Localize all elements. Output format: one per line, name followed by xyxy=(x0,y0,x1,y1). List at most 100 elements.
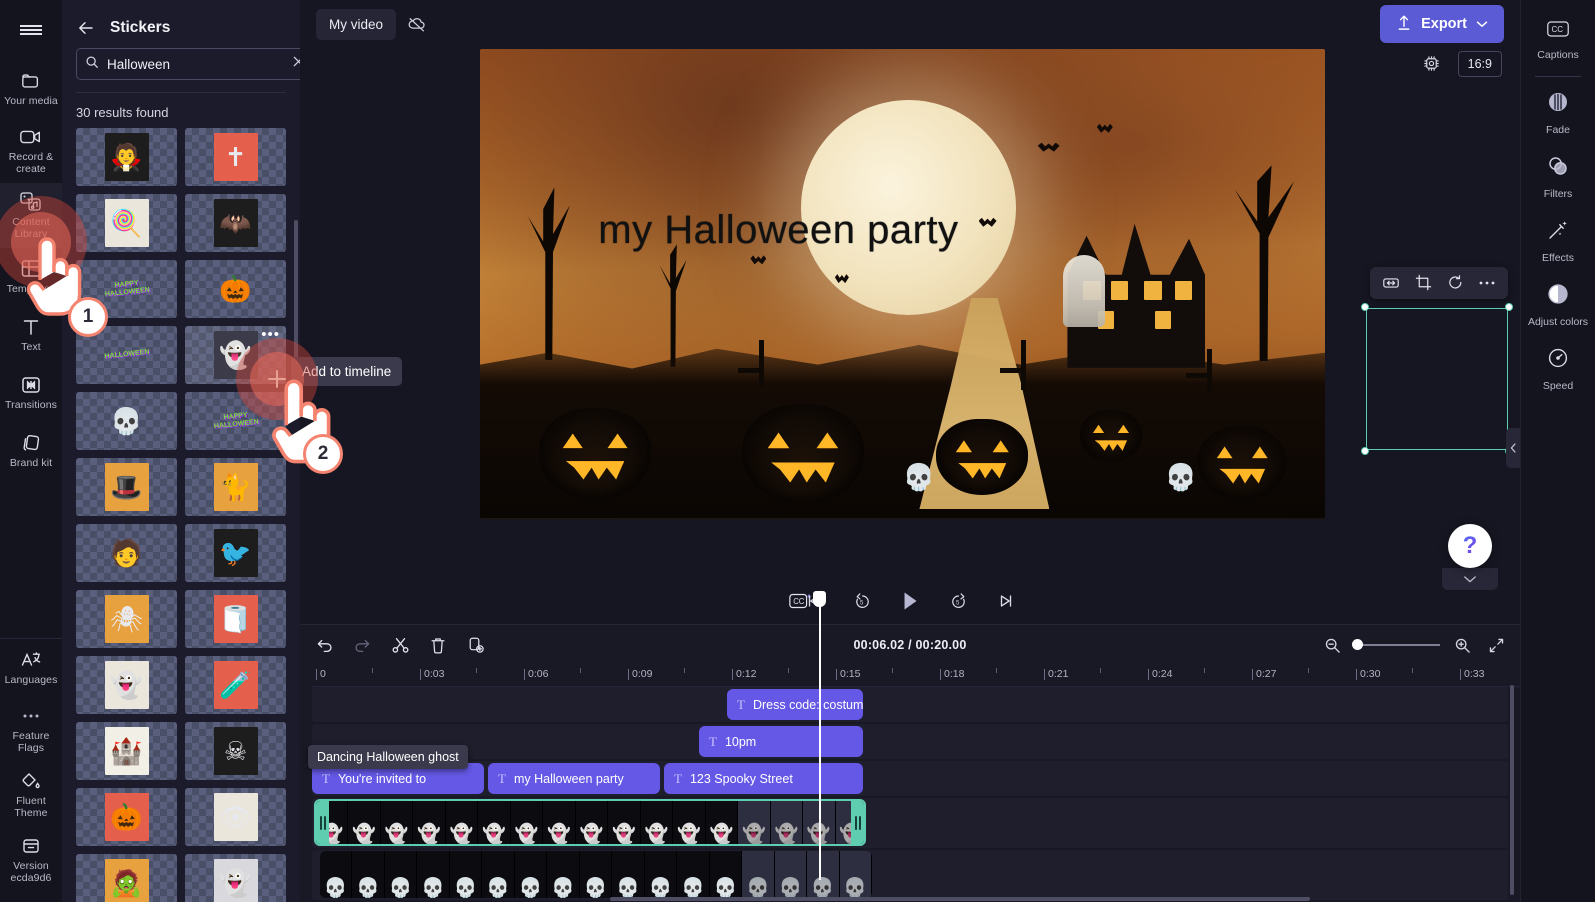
sidebar-item-fluent-theme[interactable]: Fluent Theme xyxy=(0,762,62,827)
mummy-eye-sticker[interactable]: 👁 xyxy=(185,788,286,846)
video-clip-selected[interactable]: 👻👻👻👻👻👻👻👻👻👻👻👻👻👻👻👻👻 xyxy=(314,799,866,846)
export-button[interactable]: Export xyxy=(1380,5,1504,44)
dancing-ghost-sticker[interactable]: 👻 ••• xyxy=(185,326,286,384)
tab-captions[interactable]: CC Captions xyxy=(1521,10,1595,70)
element-selection-box[interactable] xyxy=(1361,302,1513,455)
timeline-horizontal-scrollbar[interactable] xyxy=(610,897,1310,901)
tab-effects[interactable]: Effects xyxy=(1521,209,1595,273)
zoom-slider[interactable] xyxy=(1352,639,1440,650)
video-title-text[interactable]: my Halloween party xyxy=(598,208,958,253)
more-options-icon[interactable]: ••• xyxy=(261,327,280,342)
sticker-thumbnail: ✝ xyxy=(213,133,258,181)
ghost-face-sticker[interactable]: 👻 xyxy=(76,656,177,714)
zoom-slider-handle[interactable] xyxy=(1352,639,1363,650)
timeline-vertical-scrollbar[interactable] xyxy=(1510,685,1514,895)
forward-5s-button[interactable]: 5 xyxy=(944,587,972,615)
dancing-skeleton-sticker[interactable]: 💀 xyxy=(76,392,177,450)
frankenstein-sticker[interactable]: 🧟 xyxy=(76,854,177,902)
happy-halloween-colored-sticker[interactable]: HAPPY HALLOWEEN xyxy=(185,392,286,450)
sidebar-item-text[interactable]: Text xyxy=(0,306,62,364)
black-cat-sticker[interactable]: 🐈 xyxy=(185,458,286,516)
fit-timeline-icon[interactable] xyxy=(1484,633,1508,657)
expand-panel-button[interactable] xyxy=(1442,568,1498,590)
selection-handle-tl[interactable] xyxy=(1361,302,1369,311)
cloud-offline-icon[interactable] xyxy=(402,9,432,39)
help-button[interactable]: ? xyxy=(1448,524,1492,568)
sidebar-item-transitions[interactable]: Transitions xyxy=(0,364,62,422)
sidebar-item-your-media[interactable]: Your media xyxy=(0,60,62,118)
skip-to-end-button[interactable] xyxy=(992,587,1020,615)
more-options-icon[interactable] xyxy=(1474,271,1500,295)
crop-icon[interactable] xyxy=(1410,271,1436,295)
timeline-ruler[interactable]: 0 0:03 0:06 0:09 0:12 0:15 0:18 0:21 0:24 0:27 0:3… xyxy=(312,665,1520,687)
trim-handle-right[interactable] xyxy=(851,801,864,844)
search-input-wrapper[interactable] xyxy=(76,48,300,80)
sidebar-item-content-library[interactable]: Content Library xyxy=(0,183,62,248)
sticker-thumbnail: 👻 xyxy=(213,859,258,902)
skeleton-overlay-clip[interactable]: 💀 xyxy=(903,464,935,490)
collapse-panel-button[interactable] xyxy=(1506,428,1520,468)
ghost-round-sticker[interactable]: 👻 xyxy=(185,854,286,902)
sidebar-item-record-create[interactable]: Record & create xyxy=(0,118,62,183)
tab-fade[interactable]: Fade xyxy=(1521,81,1595,145)
jack-o-lantern-sticker[interactable]: 🎃 xyxy=(76,788,177,846)
zoom-in-icon[interactable] xyxy=(1450,633,1474,657)
tab-filters[interactable]: Filters xyxy=(1521,145,1595,209)
sidebar-item-brand-kit[interactable]: Brand kit xyxy=(0,422,62,480)
cauldron-sticker[interactable]: 🧪 xyxy=(185,656,286,714)
close-x-icon[interactable] xyxy=(292,55,300,73)
rotate-icon[interactable] xyxy=(1442,271,1468,295)
selection-handle-bl[interactable] xyxy=(1361,446,1369,455)
skip-to-start-button[interactable] xyxy=(800,587,828,615)
sidebar-item-templates[interactable]: Templates xyxy=(0,248,62,306)
graveyard-rip-sticker[interactable]: ✝ xyxy=(185,128,286,186)
sidebar-item-version[interactable]: Version ecda9d6 xyxy=(0,827,62,892)
trim-handle-left[interactable] xyxy=(316,801,329,844)
sidebar-item-languages[interactable]: Languages xyxy=(0,639,62,697)
text-clip[interactable]: T Dress code: costum xyxy=(727,689,863,720)
undo-button[interactable] xyxy=(312,633,336,657)
track-background[interactable] xyxy=(312,687,1508,722)
zoom-out-icon[interactable] xyxy=(1320,633,1344,657)
skeleton-overlay-clip[interactable]: 💀 xyxy=(1164,464,1196,490)
pumpkin-face-sticker[interactable]: 🎃 xyxy=(185,260,286,318)
track-background[interactable] xyxy=(312,724,1508,759)
split-button[interactable] xyxy=(388,633,412,657)
panel-title: Stickers xyxy=(110,19,171,36)
bats-sticker[interactable]: 🦇 xyxy=(185,194,286,252)
add-to-timeline-tooltip: Add to timeline xyxy=(291,357,403,386)
search-input[interactable] xyxy=(107,56,284,72)
mummy-face-sticker[interactable]: 🧻 xyxy=(185,590,286,648)
back-arrow-icon[interactable] xyxy=(76,18,96,38)
text-clip[interactable]: T 10pm xyxy=(699,726,863,757)
tab-speed[interactable]: Speed xyxy=(1521,337,1595,401)
happy-halloween-text-sticker[interactable]: HAPPY HALLOWEEN xyxy=(76,260,177,318)
witch-hat-sticker[interactable]: 🎩 xyxy=(76,458,177,516)
tab-adjust-colors[interactable]: Adjust colors xyxy=(1521,273,1595,337)
hamburger-menu-button[interactable] xyxy=(0,0,62,60)
selection-handle-tr[interactable] xyxy=(1505,302,1513,311)
delete-button[interactable] xyxy=(426,633,450,657)
crow-sticker[interactable]: 🐦 xyxy=(185,524,286,582)
aspect-ratio-button[interactable]: 16:9 xyxy=(1457,50,1502,77)
redo-button[interactable] xyxy=(350,633,374,657)
play-button[interactable] xyxy=(896,587,924,615)
scarecrow-sticker[interactable]: 🧑 xyxy=(76,524,177,582)
video-clip[interactable]: 💀 💀 💀 💀 💀 💀 💀 💀 💀 💀 💀 💀 💀 💀 💀 💀 💀 xyxy=(320,851,872,898)
settings-chip-icon[interactable] xyxy=(1420,52,1444,76)
haunted-castle-sticker[interactable]: 🏰 xyxy=(76,722,177,780)
spider-sticker[interactable]: 🕷 xyxy=(76,590,177,648)
sidebar-item-feature-flags[interactable]: Feature Flags xyxy=(0,697,62,762)
preview-canvas[interactable]: 💀 💀 my Halloween party xyxy=(480,48,1325,519)
skull-crossbones-sticker[interactable]: ☠ xyxy=(185,722,286,780)
halloween-word-sticker[interactable]: HALLOWEEN xyxy=(76,326,177,384)
text-clip[interactable]: T 123 Spooky Street xyxy=(664,763,863,794)
ghost-overlay-clip[interactable] xyxy=(1063,255,1106,328)
duplicate-button[interactable] xyxy=(464,633,488,657)
rewind-5s-button[interactable]: 5 xyxy=(848,587,876,615)
project-name-button[interactable]: My video xyxy=(316,8,397,40)
text-clip[interactable]: Tmy Halloween party xyxy=(488,763,660,794)
lollipop-candy-sticker[interactable]: 🍭 xyxy=(76,194,177,252)
fit-width-icon[interactable] xyxy=(1378,271,1404,295)
vampire-face-sticker[interactable]: 🧛 xyxy=(76,128,177,186)
